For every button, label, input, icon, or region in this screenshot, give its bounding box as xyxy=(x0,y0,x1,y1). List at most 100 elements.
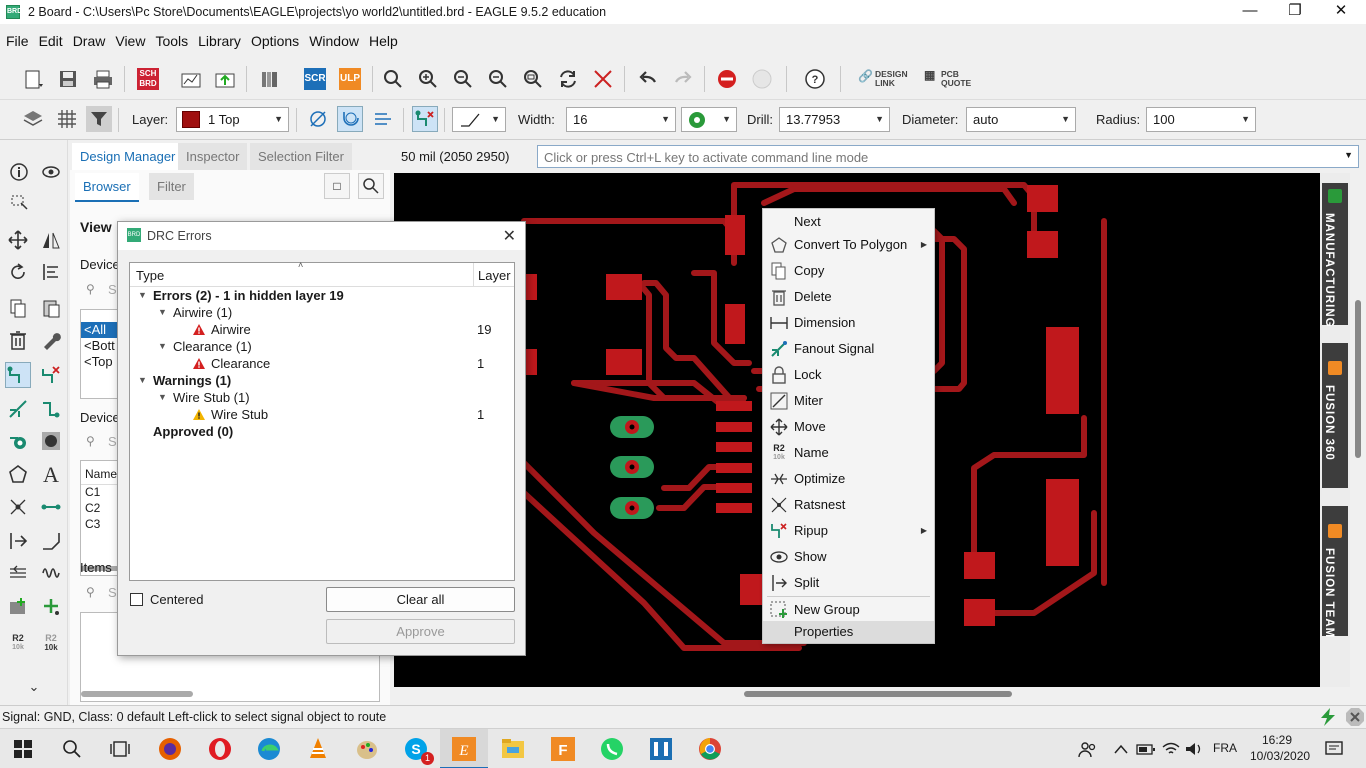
grid-icon[interactable] xyxy=(54,106,80,132)
menu-item-delete[interactable]: Delete xyxy=(763,284,934,310)
menu-item-miter[interactable]: Miter xyxy=(763,388,934,414)
whatsapp-icon[interactable] xyxy=(598,735,626,763)
move-icon[interactable] xyxy=(5,227,31,253)
clock-time[interactable]: 16:29 xyxy=(1262,733,1292,747)
menu-window[interactable]: Window xyxy=(304,33,364,49)
ratsnest-icon[interactable] xyxy=(5,494,31,520)
horizontal-scrollbar[interactable] xyxy=(394,687,1350,701)
route-bend-icon[interactable] xyxy=(370,106,396,132)
via-icon[interactable] xyxy=(5,428,31,454)
diameter-select[interactable]: auto ▼ xyxy=(966,107,1076,132)
width-select[interactable]: 16 ▼ xyxy=(566,107,676,132)
tab-selection-filter[interactable]: Selection Filter xyxy=(250,143,352,170)
tab-design-manager[interactable]: Design Manager xyxy=(72,143,184,172)
menu-view[interactable]: View xyxy=(110,33,150,49)
trash-icon[interactable] xyxy=(5,327,31,353)
menu-item-properties[interactable]: Properties xyxy=(763,621,934,643)
rotate-icon[interactable] xyxy=(5,259,31,285)
edge-icon[interactable] xyxy=(255,735,283,763)
language-indicator[interactable]: FRA xyxy=(1213,741,1237,755)
menu-options[interactable]: Options xyxy=(246,33,304,49)
centered-checkbox[interactable] xyxy=(130,593,143,606)
menu-item-ripup[interactable]: Ripup ▶ xyxy=(763,518,934,544)
zoom-panel-icon[interactable] xyxy=(358,173,384,199)
paint-icon[interactable] xyxy=(353,735,381,763)
sch-brd-switch-icon[interactable]: SCH BRD xyxy=(135,66,161,92)
list-item[interactable]: <Top xyxy=(81,354,119,370)
table-row[interactable]: C2 xyxy=(81,501,119,517)
zoom-out-icon[interactable] xyxy=(450,66,476,92)
zoom-fit-icon[interactable] xyxy=(380,66,406,92)
menu-item-ratsnest[interactable]: Ratsnest xyxy=(763,492,934,518)
restore-button[interactable]: ❐ xyxy=(1272,0,1318,24)
radius-select[interactable]: 100 ▼ xyxy=(1146,107,1256,132)
menu-item-show[interactable]: Show xyxy=(763,544,934,570)
help-icon[interactable]: ? xyxy=(802,66,828,92)
split-icon[interactable] xyxy=(5,528,31,554)
table-row[interactable]: C3 xyxy=(81,517,119,533)
menu-item-split[interactable]: Split xyxy=(763,570,934,596)
ratsnest-toolbar-icon[interactable] xyxy=(590,66,616,92)
close-button[interactable]: ✕ xyxy=(1318,0,1364,24)
route-signal-icon[interactable] xyxy=(412,106,438,132)
vlc-icon[interactable] xyxy=(304,735,332,763)
search-input[interactable]: S xyxy=(108,585,117,600)
menu-item-copy[interactable]: Copy xyxy=(763,258,934,284)
menu-edit[interactable]: Edit xyxy=(34,33,68,49)
table-row[interactable]: C1 xyxy=(81,485,119,501)
volume-icon[interactable] xyxy=(1183,735,1205,763)
action-center-icon[interactable] xyxy=(1320,735,1348,763)
align-icon[interactable] xyxy=(38,259,64,285)
cam-processor-icon[interactable] xyxy=(178,66,204,92)
drill-select[interactable]: 13.77953 ▼ xyxy=(779,107,890,132)
export-icon[interactable] xyxy=(212,66,238,92)
menu-item-fanout-signal[interactable]: Fanout Signal xyxy=(763,336,934,362)
type-column-header[interactable]: Type xyxy=(136,268,164,283)
firefox-icon[interactable] xyxy=(156,735,184,763)
tab-browser[interactable]: Browser xyxy=(75,173,139,202)
layers-icon[interactable] xyxy=(20,106,46,132)
save-icon[interactable] xyxy=(55,66,81,92)
miter-icon[interactable] xyxy=(38,528,64,554)
redraw-icon[interactable] xyxy=(555,66,581,92)
ripup-icon[interactable] xyxy=(38,362,64,388)
add-icon[interactable] xyxy=(38,594,64,620)
skype-icon[interactable]: S 1 xyxy=(402,735,434,765)
copy-icon[interactable] xyxy=(5,295,31,321)
minimize-button[interactable]: — xyxy=(1227,0,1273,24)
side-tab-fusion-team[interactable]: FUSION TEAM xyxy=(1322,506,1348,638)
route-straight-icon[interactable] xyxy=(305,106,331,132)
library-icon[interactable] xyxy=(257,66,283,92)
layer-select[interactable]: 1 Top ▼ xyxy=(176,107,289,132)
layer-column-header[interactable]: Layer xyxy=(478,268,511,283)
tab-filter[interactable]: Filter xyxy=(149,173,194,200)
optimize-icon[interactable] xyxy=(5,560,31,586)
meander-icon[interactable] xyxy=(38,396,64,422)
wrench-icon[interactable] xyxy=(38,327,64,353)
people-icon[interactable] xyxy=(1074,735,1102,763)
undo-icon[interactable] xyxy=(635,66,661,92)
close-icon[interactable]: ✕ xyxy=(503,226,516,246)
go-icon[interactable] xyxy=(749,66,775,92)
file-explorer-icon[interactable] xyxy=(499,735,527,763)
fusion-taskbar-icon[interactable]: F xyxy=(549,735,577,763)
tray-chevron-up-icon[interactable] xyxy=(1110,735,1132,763)
design-link-button[interactable]: 🔗 DESIGN LINK xyxy=(858,69,918,89)
script-icon[interactable]: SCR xyxy=(302,66,328,92)
app-icon[interactable] xyxy=(647,735,675,763)
chrome-icon[interactable] xyxy=(696,735,724,763)
zoom-select-icon[interactable] xyxy=(485,66,511,92)
signal-icon[interactable] xyxy=(38,494,64,520)
menu-file[interactable]: File xyxy=(0,33,34,49)
menu-item-convert-to-polygon[interactable]: Convert To Polygon ▶ xyxy=(763,232,934,258)
scrollbar[interactable] xyxy=(81,691,193,697)
tree-row-wirestub[interactable]: Wire Stub 1 xyxy=(130,406,514,423)
list-item[interactable]: <Bott xyxy=(81,338,119,354)
menu-item-new-group[interactable]: New Group xyxy=(763,597,934,623)
add-part-icon[interactable] xyxy=(5,594,31,620)
menu-draw[interactable]: Draw xyxy=(68,33,111,49)
tree-row-clearance[interactable]: Clearance 1 xyxy=(130,355,514,372)
pcb-quote-button[interactable]: ▦ PCB QUOTE xyxy=(924,69,974,89)
side-tab-fusion-360[interactable]: FUSION 360 xyxy=(1322,343,1348,488)
wave-icon[interactable] xyxy=(38,560,64,586)
